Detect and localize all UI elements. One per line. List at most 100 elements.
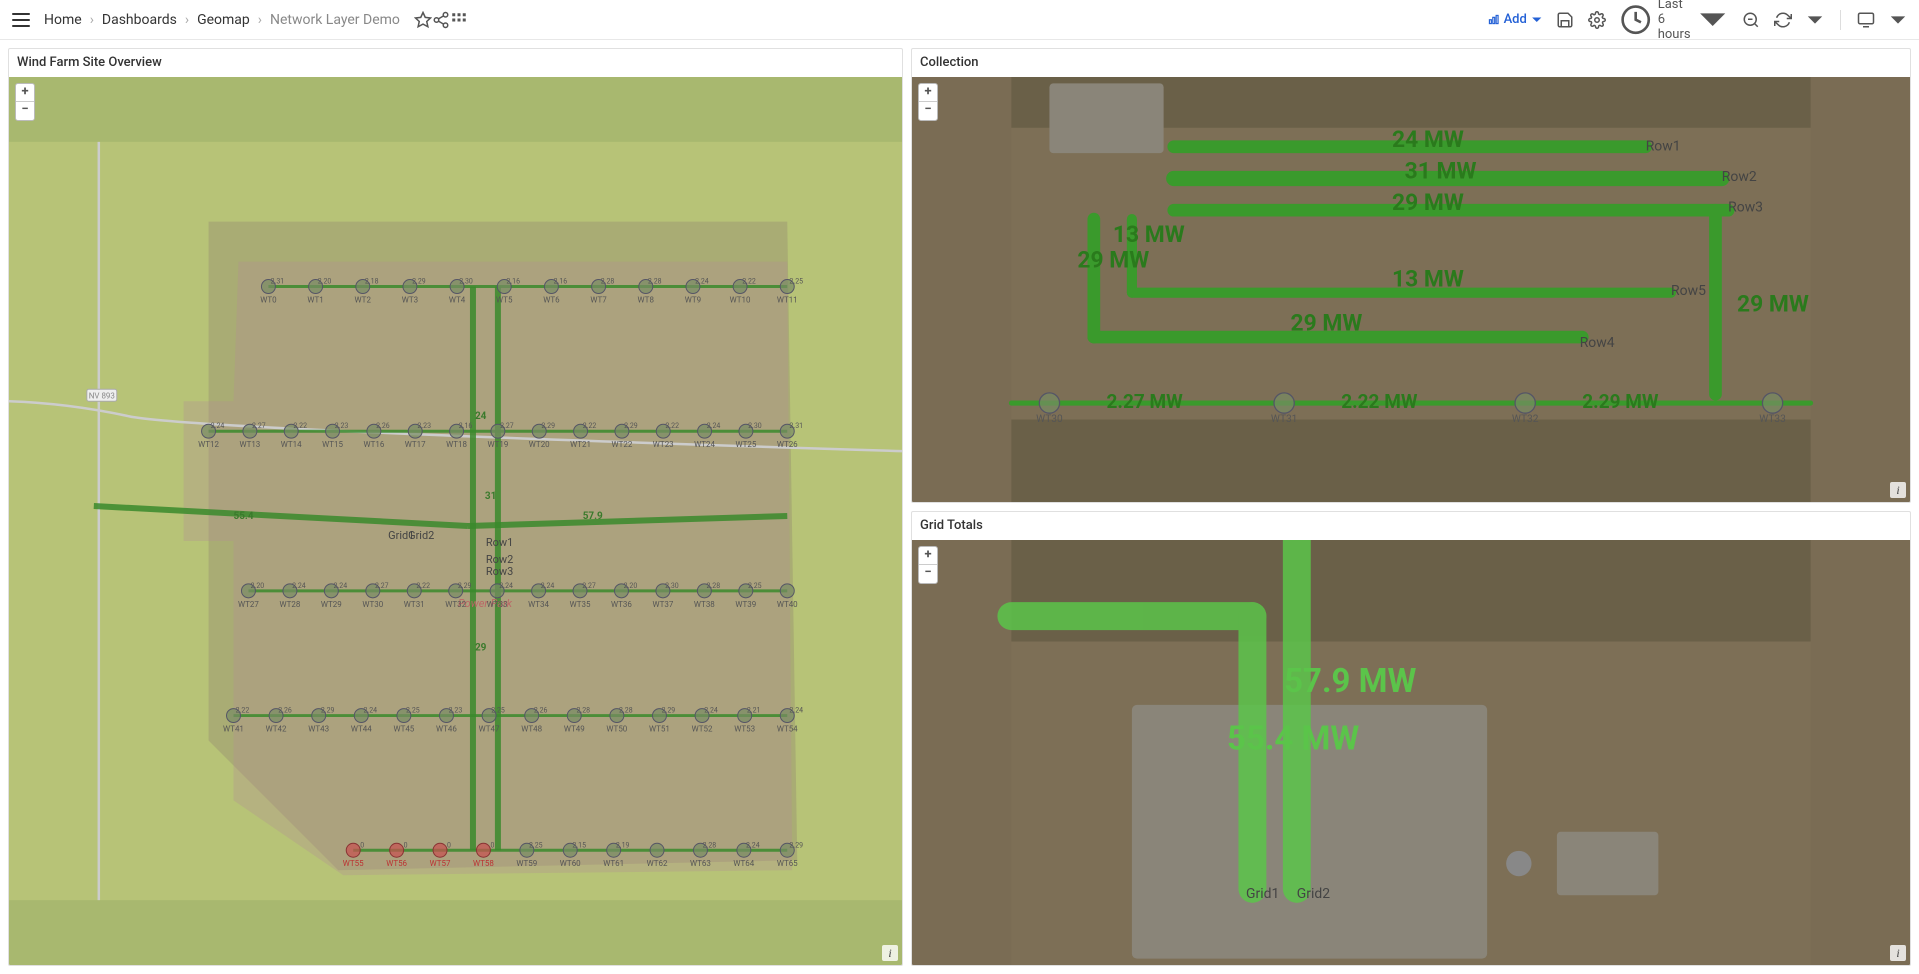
share-icon[interactable] <box>432 11 450 29</box>
svg-text:2.25: 2.25 <box>491 707 505 715</box>
svg-text:2.27: 2.27 <box>252 422 266 430</box>
svg-text:WT35: WT35 <box>570 600 591 609</box>
svg-text:2.24: 2.24 <box>363 707 377 715</box>
breadcrumb-home[interactable]: Home <box>44 12 82 28</box>
svg-text:2.27: 2.27 <box>375 582 389 590</box>
svg-text:2.20: 2.20 <box>624 582 638 590</box>
svg-text:WT37: WT37 <box>652 600 673 609</box>
svg-text:2.28: 2.28 <box>601 278 615 286</box>
svg-text:2.24: 2.24 <box>695 278 709 286</box>
settings-icon[interactable] <box>1588 11 1606 29</box>
time-range-picker[interactable]: Last 6 hours <box>1620 0 1728 42</box>
breadcrumb-dashboards[interactable]: Dashboards <box>102 12 177 28</box>
svg-text:2.29: 2.29 <box>412 278 426 286</box>
svg-text:WT20: WT20 <box>529 440 550 449</box>
svg-text:2.20: 2.20 <box>251 582 265 590</box>
panel-grid-totals: Grid Totals + − 57.9 MW55. <box>911 511 1911 966</box>
svg-text:WT2: WT2 <box>355 295 372 304</box>
svg-text:2.24: 2.24 <box>704 707 718 715</box>
map-grid-totals[interactable]: + − 57.9 MW55.4 MW Grid1Grid2 <box>912 540 1910 965</box>
svg-text:WT13: WT13 <box>239 440 260 449</box>
svg-text:WT1: WT1 <box>307 295 323 304</box>
svg-text:2.22: 2.22 <box>742 278 756 286</box>
attribution-icon[interactable]: i <box>882 945 898 961</box>
svg-text:WT25: WT25 <box>735 440 756 449</box>
svg-text:WT30: WT30 <box>1036 414 1063 425</box>
svg-text:WT24: WT24 <box>694 440 715 449</box>
zoom-in-button[interactable]: + <box>919 84 937 102</box>
refresh-icon[interactable] <box>1774 11 1792 29</box>
zoom-out-button[interactable]: − <box>919 565 937 583</box>
breadcrumb-geomap[interactable]: Geomap <box>197 12 250 28</box>
map-collection[interactable]: + − <box>912 77 1910 502</box>
chevron-down-icon[interactable] <box>1889 11 1907 29</box>
svg-text:WT27: WT27 <box>238 600 259 609</box>
zoom-in-button[interactable]: + <box>16 84 34 102</box>
svg-text:WT39: WT39 <box>735 600 756 609</box>
svg-text:WT18: WT18 <box>446 440 467 449</box>
svg-text:WT51: WT51 <box>649 725 670 734</box>
refresh-dropdown-icon[interactable] <box>1806 11 1824 29</box>
zoom-out-icon[interactable] <box>1742 11 1760 29</box>
panel-title: Grid Totals <box>912 512 1910 540</box>
svg-text:WT36: WT36 <box>611 600 632 609</box>
flow-label: 31 MW <box>1405 157 1477 184</box>
star-icon[interactable] <box>414 11 432 29</box>
svg-text:2.30: 2.30 <box>459 278 473 286</box>
svg-text:WT26: WT26 <box>777 440 798 449</box>
flow-label: 13 MW <box>1113 221 1185 248</box>
svg-text:2.22 MW: 2.22 MW <box>1341 390 1418 413</box>
svg-text:2.31: 2.31 <box>789 422 803 430</box>
svg-text:WT52: WT52 <box>692 725 713 734</box>
svg-text:2.21: 2.21 <box>747 707 761 715</box>
svg-text:WT29: WT29 <box>321 600 342 609</box>
svg-text:0: 0 <box>360 841 364 849</box>
zoom-in-button[interactable]: + <box>919 547 937 565</box>
menu-icon[interactable] <box>12 13 30 27</box>
svg-text:2.28: 2.28 <box>648 278 662 286</box>
svg-text:WT12: WT12 <box>198 440 219 449</box>
svg-text:2.22: 2.22 <box>665 422 679 430</box>
grid-label: Grid1 <box>1246 886 1279 902</box>
breadcrumb: Home › Dashboards › Geomap › Network Lay… <box>44 12 400 28</box>
attribution-icon[interactable]: i <box>1890 482 1906 498</box>
svg-text:WT16: WT16 <box>363 440 384 449</box>
attribution-icon[interactable]: i <box>1890 945 1906 961</box>
svg-text:2.19: 2.19 <box>616 841 630 849</box>
apps-icon[interactable] <box>450 11 468 29</box>
svg-text:WT64: WT64 <box>733 859 754 868</box>
svg-text:2.23: 2.23 <box>335 422 349 430</box>
svg-text:WT42: WT42 <box>266 725 287 734</box>
svg-text:WT46: WT46 <box>436 725 457 734</box>
map-overview[interactable]: + − NV 893 55.4 57.9 <box>9 77 902 965</box>
svg-text:2.29 MW: 2.29 MW <box>1582 390 1659 413</box>
zoom-out-button[interactable]: − <box>919 102 937 120</box>
svg-text:2.22: 2.22 <box>293 422 307 430</box>
svg-text:WT60: WT60 <box>560 859 581 868</box>
save-icon[interactable] <box>1556 11 1574 29</box>
svg-text:2.24: 2.24 <box>789 707 803 715</box>
svg-text:2.29: 2.29 <box>458 582 472 590</box>
svg-text:WT44: WT44 <box>351 725 372 734</box>
svg-text:2.24: 2.24 <box>541 582 555 590</box>
svg-text:WT21: WT21 <box>570 440 591 449</box>
svg-text:0: 0 <box>404 841 408 849</box>
svg-text:WT33: WT33 <box>487 600 508 609</box>
svg-text:WT17: WT17 <box>405 440 426 449</box>
add-button[interactable]: Add <box>1488 12 1542 27</box>
svg-text:WT33: WT33 <box>1759 414 1786 425</box>
svg-text:WT14: WT14 <box>281 440 302 449</box>
tv-icon[interactable] <box>1857 11 1875 29</box>
svg-text:2.25: 2.25 <box>789 278 803 286</box>
flow-label: 29 MW <box>1737 291 1809 318</box>
zoom-out-button[interactable]: − <box>16 102 34 120</box>
svg-text:WT41: WT41 <box>223 725 244 734</box>
svg-text:29: 29 <box>475 643 487 654</box>
svg-text:WT11: WT11 <box>777 295 798 304</box>
panel-title: Collection <box>912 49 1910 77</box>
svg-text:WT47: WT47 <box>479 725 500 734</box>
svg-text:Grid2: Grid2 <box>408 529 434 542</box>
breadcrumb-current: Network Layer Demo <box>270 12 400 28</box>
flow-label: 57.9 MW <box>1284 662 1416 701</box>
row-label: Row1 <box>1646 139 1681 155</box>
